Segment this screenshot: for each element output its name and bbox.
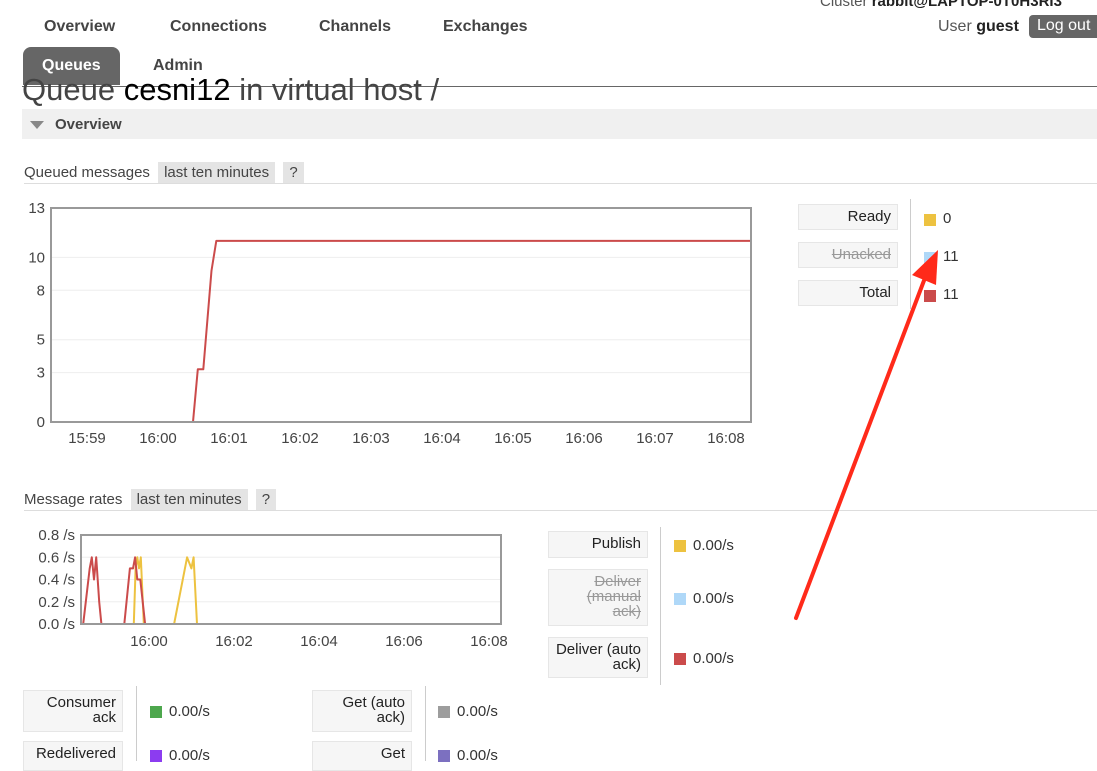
legend-swatch (438, 706, 450, 718)
bottom-separator-2 (425, 686, 426, 761)
queue-name: cesni12 (123, 72, 231, 107)
x-tick-label: 16:05 (494, 430, 532, 447)
legend-value: 0 (943, 210, 952, 227)
queued-divider (24, 183, 1097, 184)
message-rates-heading: Message rates last ten minutes ? (24, 489, 277, 510)
x-tick-label: 16:07 (636, 430, 674, 447)
legend-swatch (150, 706, 162, 718)
title-suffix: in virtual host / (239, 72, 440, 107)
cluster-info: Cluster rabbit@LAPTOP-0T0H3RI3 (820, 0, 1062, 10)
tab-overview[interactable]: Overview (44, 18, 115, 36)
x-tick-label: 16:02 (281, 430, 319, 447)
x-tick-label: 16:03 (352, 430, 390, 447)
legend-value: 0.00/s (457, 747, 498, 764)
arrow-shaft (794, 268, 930, 620)
tab-exchanges[interactable]: Exchanges (443, 18, 527, 36)
cluster-name: rabbit@LAPTOP-0T0H3RI3 (871, 0, 1062, 10)
legend-value: 0.00/s (693, 537, 734, 554)
y-tick-label: 13 (28, 200, 45, 217)
queued-help-button[interactable]: ? (283, 162, 304, 183)
y-tick-label: 8 (37, 282, 45, 299)
y-tick-label: 0.6 /s (38, 549, 75, 566)
message-rates-title: Message rates (24, 491, 123, 508)
queued-messages-title: Queued messages (24, 164, 150, 181)
y-tick-label: 10 (28, 249, 45, 266)
user-name: guest (976, 18, 1019, 35)
y-tick-label: 0 (37, 414, 45, 431)
legend-label-get-auto-ack-[interactable]: Get (auto ack) (312, 690, 412, 732)
queued-messages-heading: Queued messages last ten minutes ? (24, 162, 304, 183)
y-tick-label: 0.4 /s (38, 572, 75, 589)
legend-label-ready[interactable]: Ready (798, 204, 898, 230)
legend-value: 0.00/s (693, 650, 734, 667)
legend-label-get[interactable]: Get (312, 741, 412, 771)
legend-label-publish[interactable]: Publish (548, 531, 648, 558)
legend-label-deliver-auto-ack-[interactable]: Deliver (auto ack) (548, 637, 648, 678)
legend-swatch (924, 214, 936, 226)
y-tick-label: 0.8 /s (38, 527, 75, 544)
annotation-arrow (794, 250, 938, 620)
queued-messages-chart: 0 3 5 8 10 13 15:59 16:00 16:01 16:02 16:03 16:04 16… (28, 200, 752, 447)
user-label: User (938, 18, 972, 35)
logout-button[interactable]: Log out (1029, 15, 1097, 38)
legend-value: 0.00/s (693, 590, 734, 607)
collapse-triangle-icon (30, 121, 44, 129)
series-line-deliver-auto-ack- (81, 556, 501, 625)
legend-label-redelivered[interactable]: Redelivered (23, 741, 123, 771)
overview-section-label: Overview (55, 116, 122, 133)
y-tick-label: 0.2 /s (38, 594, 75, 611)
overview-section-toggle[interactable]: Overview (22, 109, 1097, 139)
legend-label-consumer-ack[interactable]: Consumer ack (23, 690, 123, 732)
legend-value: 0.00/s (169, 747, 210, 764)
x-tick-label: 16:06 (385, 633, 423, 650)
series-line-total (51, 239, 751, 423)
y-tick-label: 0.0 /s (38, 616, 75, 633)
legend-value: 0.00/s (169, 703, 210, 720)
legend-label-deliver-manual-ack-[interactable]: Deliver (manual ack) (548, 569, 648, 626)
rates-legend-separator (660, 527, 661, 685)
x-tick-label: 16:08 (707, 430, 745, 447)
y-tick-label: 3 (37, 365, 45, 382)
legend-swatch (674, 653, 686, 665)
queued-range-selector[interactable]: last ten minutes (158, 162, 276, 183)
y-tick-label: 5 (37, 332, 45, 349)
x-tick-label: 16:01 (210, 430, 248, 447)
x-tick-label: 16:04 (300, 633, 338, 650)
legend-swatch (674, 540, 686, 552)
legend-swatch (674, 593, 686, 605)
arrow-head (912, 250, 938, 285)
legend-swatch (150, 750, 162, 762)
user-info: User guest (938, 18, 1019, 36)
cluster-label: Cluster (820, 0, 868, 10)
x-tick-label: 16:04 (423, 430, 461, 447)
x-tick-label: 16:02 (215, 633, 253, 650)
x-tick-label: 16:00 (130, 633, 168, 650)
message-rates-chart: 0.0 /s 0.2 /s 0.4 /s 0.6 /s 0.8 /s 16:00 16:02… (38, 527, 508, 650)
legend-swatch (438, 750, 450, 762)
x-tick-label: 16:06 (565, 430, 603, 447)
legend-value: 0.00/s (457, 703, 498, 720)
bottom-separator-1 (136, 686, 137, 761)
rates-help-button[interactable]: ? (255, 489, 277, 510)
x-tick-label: 15:59 (68, 430, 106, 447)
tab-channels[interactable]: Channels (319, 18, 391, 36)
x-tick-label: 16:08 (470, 633, 508, 650)
page-title: Queue cesni12 in virtual host / (22, 72, 439, 108)
title-prefix: Queue (22, 72, 116, 107)
rates-range-selector[interactable]: last ten minutes (130, 489, 248, 510)
tab-connections[interactable]: Connections (170, 18, 267, 36)
x-tick-label: 16:00 (139, 430, 177, 447)
